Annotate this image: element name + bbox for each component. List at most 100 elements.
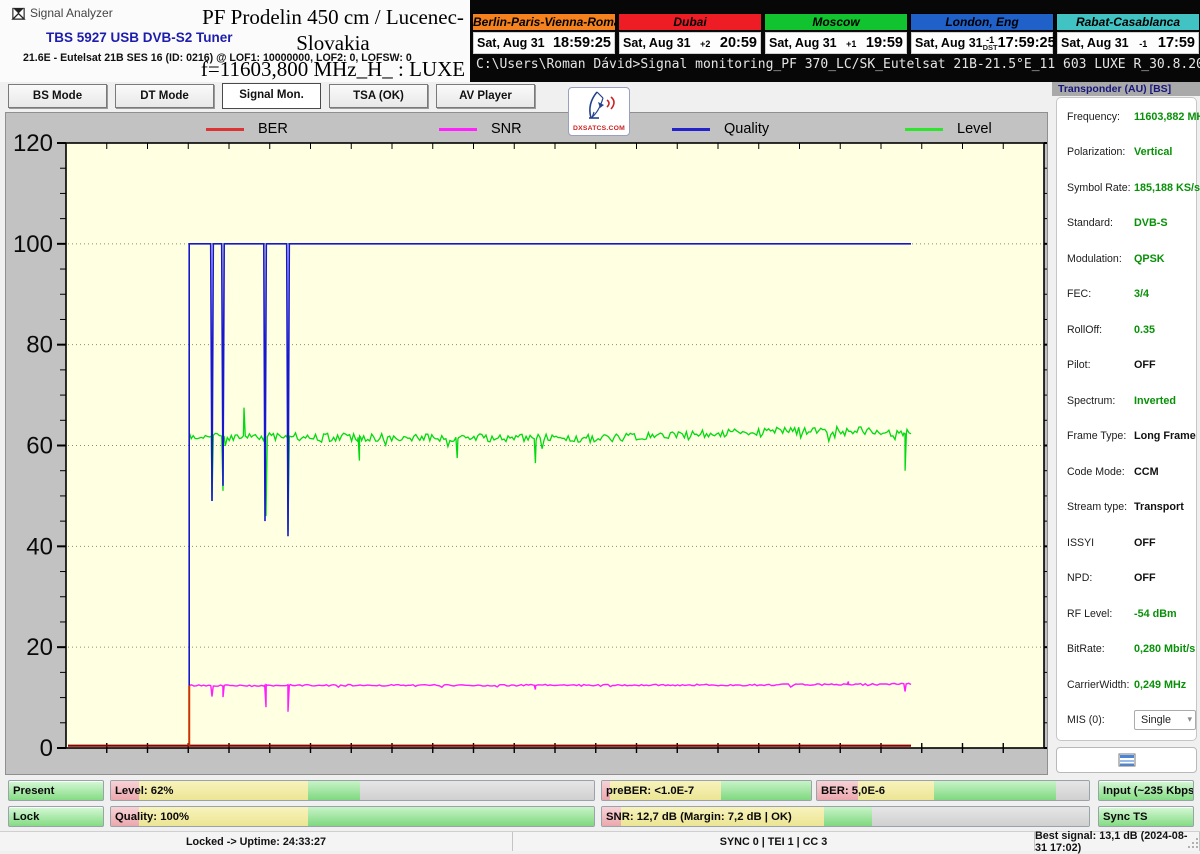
status-bar-ber: BER: 5,0E-6 [816, 780, 1090, 801]
y-axis-label-0: 0 [40, 735, 53, 762]
transponder-row: Pilot:OFF [1067, 355, 1196, 375]
snr-line-swatch [439, 128, 477, 131]
transponder-row: NPD:OFF [1067, 568, 1196, 588]
tp-row-label: Modulation: [1067, 253, 1134, 265]
transponder-info-panel: Frequency:11603,882 MHzPolarization:Vert… [1056, 97, 1197, 741]
bar-label: Sync TS [1103, 807, 1148, 826]
tab-signal-mon-[interactable]: Signal Mon. [222, 83, 321, 109]
transponder-row: RF Level:-54 dBm [1067, 604, 1196, 624]
transponder-row: MIS (0):Single▾ [1067, 710, 1196, 730]
tp-row-label: Symbol Rate: [1067, 182, 1134, 194]
clock-london-eng: London, EngSat, Aug 31-1DST17:59:25 [910, 13, 1054, 55]
clock-city-label: London, Eng [910, 13, 1054, 31]
signal-monitor-chart: BERSNRQualityLevel 020406080100120 [5, 112, 1048, 775]
clock-rabat-casablanca: Rabat-CasablancaSat, Aug 31-117:59 [1056, 13, 1200, 55]
site-dish-location: PF Prodelin 450 cm / Lucenec-Slovakia [178, 4, 488, 56]
statusbar-cell-2: Best signal: 13,1 dB (2024-08-31 17:02) [1035, 832, 1200, 851]
tp-row-label: Stream type: [1067, 501, 1134, 513]
legend-item-quality: Quality [672, 121, 905, 137]
tab-bs-mode[interactable]: BS Mode [8, 84, 107, 108]
tp-row-value: -54 dBm [1134, 608, 1177, 620]
dxsatcs-logo: DXSATCS.COM [568, 87, 630, 136]
bottom-statusbar: Locked -> Uptime: 24:33:27SYNC 0 | TEI 1… [0, 831, 1200, 851]
tp-row-value: OFF [1134, 572, 1156, 584]
status-bar-preber: preBER: <1.0E-7 [601, 780, 812, 801]
bar-label: Lock [13, 807, 39, 826]
tp-row-value: 0,280 Mbit/s [1134, 643, 1195, 655]
y-axis-label-20: 20 [26, 634, 53, 661]
clock-date: Sat, Aug 31 [769, 36, 837, 50]
tp-row-value: 11603,882 MHz [1134, 111, 1200, 123]
tp-row-label: BitRate: [1067, 643, 1134, 655]
tp-row-label: RollOff: [1067, 324, 1134, 336]
clock-moscow: MoscowSat, Aug 31+119:59 [764, 13, 908, 55]
tp-row-label: Spectrum: [1067, 395, 1134, 407]
transponder-row: Modulation:QPSK [1067, 249, 1196, 269]
signal-analyzer-window: Signal Analyzer TBS 5927 USB DVB-S2 Tune… [0, 0, 1200, 850]
offset-value: -1 [1129, 40, 1158, 48]
transponder-row: Code Mode:CCM [1067, 462, 1196, 482]
offset-value: +2 [691, 40, 720, 48]
tp-row-value: Long Frame [1134, 430, 1196, 442]
transport-stream-button[interactable] [1056, 747, 1197, 773]
chart-legend: BERSNRQualityLevel [206, 121, 1138, 137]
chevron-down-icon: ▾ [1187, 714, 1192, 725]
clock-date: Sat, Aug 31 [477, 36, 545, 50]
tab-av-player[interactable]: AV Player [436, 84, 535, 108]
tab-tsa-ok-[interactable]: TSA (OK) [329, 84, 428, 108]
bar-label: Level: 62% [115, 781, 173, 800]
tp-row-label: Code Mode: [1067, 466, 1134, 478]
mis-select[interactable]: Single ▾ [1134, 710, 1196, 730]
clock-time-display: Sat, Aug 31-1DST17:59:25 [910, 31, 1054, 55]
signal-status-bars: PresentLevel: 62%preBER: <1.0E-7BER: 5,0… [0, 778, 1200, 831]
clock-date: Sat, Aug 31 [1061, 36, 1129, 50]
clock-time: 20:59 [720, 35, 757, 51]
tp-row-label: Frame Type: [1067, 430, 1134, 442]
world-clocks: Berlin-Paris-Vienna-RomaSat, Aug 3118:59… [472, 13, 1200, 55]
tp-row-value: 185,188 KS/s [1134, 182, 1200, 194]
status-bar-sync-ts: Sync TS [1098, 806, 1194, 827]
tp-row-label: NPD: [1067, 572, 1134, 584]
tp-row-value: Vertical [1134, 146, 1172, 158]
clock-date: Sat, Aug 31 [623, 36, 691, 50]
tp-row-value: CCM [1134, 466, 1159, 478]
mis-selected-value: Single [1141, 714, 1171, 726]
status-bar-snr: SNR: 12,7 dB (Margin: 7,2 dB | OK) [601, 806, 1090, 827]
transponder-row: Stream type:Transport [1067, 497, 1196, 517]
tp-row-label: Polarization: [1067, 146, 1134, 158]
status-bar-lock: Lock [8, 806, 104, 827]
bar-label: SNR: 12,7 dB (Margin: 7,2 dB | OK) [606, 807, 792, 826]
bar-segment-green [934, 781, 1056, 800]
legend-item-snr: SNR [439, 121, 672, 137]
clock-date: Sat, Aug 31 [915, 36, 983, 50]
window-title: Signal Analyzer [30, 6, 113, 20]
tp-row-label: Pilot: [1067, 359, 1134, 371]
statusbar-cell-0: Locked -> Uptime: 24:33:27 [0, 832, 513, 851]
clock-time-display: Sat, Aug 31+220:59 [618, 31, 762, 55]
tp-row-label: ISSYI [1067, 537, 1134, 549]
transponder-row: Frame Type:Long Frame [1067, 426, 1196, 446]
y-axis-label-100: 100 [13, 231, 53, 258]
bar-label: Input (~235 Kbps) [1103, 781, 1194, 800]
tp-row-label: FEC: [1067, 288, 1134, 300]
resize-grip[interactable] [1187, 837, 1199, 849]
legend-label: Level [957, 121, 992, 137]
clock-utc-offset: +2 [691, 39, 720, 48]
app-bowtie-icon [11, 6, 26, 21]
console-prompt-line: C:\Users\Roman Dávid>Signal monitoring_P… [476, 57, 1198, 72]
clock-city-label: Moscow [764, 13, 908, 31]
signal-chart-canvas: 020406080100120 [6, 113, 1047, 774]
y-axis-label-40: 40 [26, 533, 53, 560]
clock-time: 18:59:25 [553, 35, 611, 51]
y-axis-label-80: 80 [26, 332, 53, 359]
bar-label: preBER: <1.0E-7 [606, 781, 694, 800]
tp-row-value: QPSK [1134, 253, 1165, 265]
tp-row-label: CarrierWidth: [1067, 679, 1134, 691]
tab-dt-mode[interactable]: DT Mode [115, 84, 214, 108]
clock-utc-offset [545, 43, 553, 44]
transponder-row: Standard:DVB-S [1067, 213, 1196, 233]
transponder-row: CarrierWidth:0,249 MHz [1067, 675, 1196, 695]
clock-time-display: Sat, Aug 31+119:59 [764, 31, 908, 55]
clock-city-label: Rabat-Casablanca [1056, 13, 1200, 31]
tp-row-value: OFF [1134, 359, 1156, 371]
